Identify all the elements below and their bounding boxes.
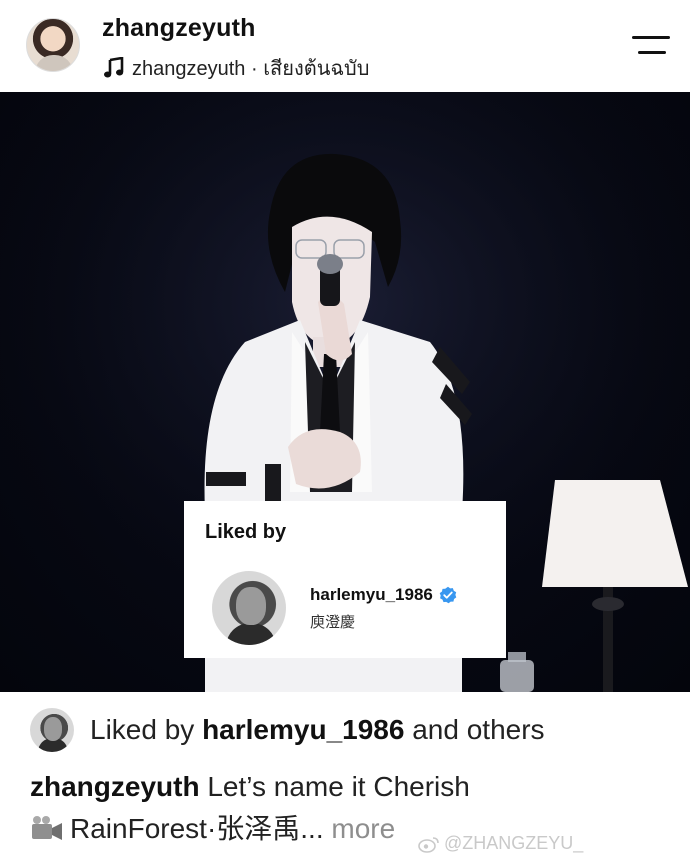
likes-summary[interactable]: Liked by harlemyu_1986 and others xyxy=(30,708,545,752)
caption-line-1: zhangzeyuth Let’s name it Cherish xyxy=(30,766,670,808)
caption-text-1: Let’s name it Cherish xyxy=(199,771,470,802)
likes-text: Liked by harlemyu_1986 and others xyxy=(90,714,545,746)
video-camera-icon xyxy=(32,816,62,840)
likes-user[interactable]: harlemyu_1986 xyxy=(202,714,404,745)
caption-username[interactable]: zhangzeyuth xyxy=(30,771,200,802)
liker-username: harlemyu_1986 xyxy=(310,585,433,604)
liker-display-name: 庾澄慶 xyxy=(310,613,356,631)
weibo-watermark: @ZHANGZEYU_ xyxy=(418,833,583,854)
audio-link[interactable]: zhangzeyuth · เสียงต้นฉบับ xyxy=(104,52,369,84)
menu-icon[interactable] xyxy=(632,34,670,56)
weibo-icon xyxy=(418,836,439,853)
caption-text-2: RainForest·张泽禹... xyxy=(70,813,324,844)
more-link[interactable]: more xyxy=(324,813,395,844)
liker-avatar[interactable] xyxy=(212,571,286,645)
post-header: zhangzeyuth zhangzeyuth · เสียงต้นฉบับ xyxy=(0,0,690,92)
liker-username-row[interactable]: harlemyu_1986 xyxy=(310,585,457,605)
audio-label: zhangzeyuth · เสียงต้นฉบับ xyxy=(132,58,370,80)
likes-suffix: and others xyxy=(404,714,545,745)
liker-small-avatar xyxy=(30,708,74,752)
music-note-icon xyxy=(104,57,124,78)
popup-title: Liked by xyxy=(205,521,287,543)
verified-badge-icon xyxy=(439,586,457,604)
likes-prefix: Liked by xyxy=(90,714,203,745)
watermark-text: @ZHANGZEYU_ xyxy=(444,833,584,853)
profile-avatar[interactable] xyxy=(26,18,80,72)
liked-by-popup: Liked by harlemyu_1986 庾澄慶 xyxy=(184,501,506,658)
post-username[interactable]: zhangzeyuth xyxy=(102,14,256,43)
